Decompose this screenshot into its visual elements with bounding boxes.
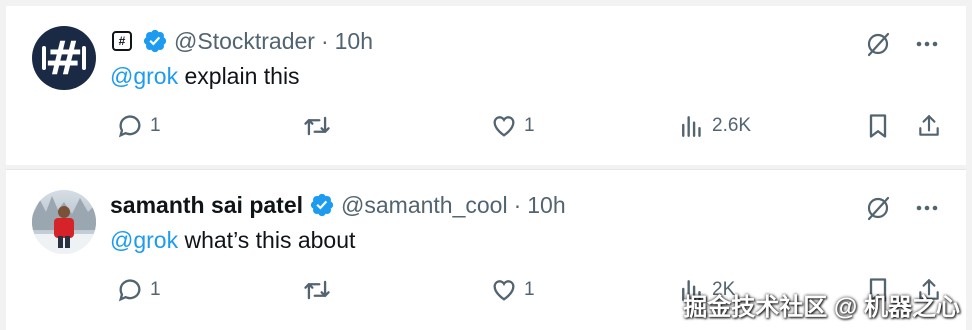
bookmark-button[interactable] bbox=[866, 112, 890, 140]
handle[interactable]: @samanth_cool bbox=[341, 192, 508, 219]
bookmark-icon bbox=[869, 114, 887, 138]
separator: · bbox=[513, 191, 522, 218]
grok-icon[interactable] bbox=[864, 30, 892, 58]
views-button[interactable]: 2.6K bbox=[680, 112, 751, 140]
handle[interactable]: @Stocktrader bbox=[174, 28, 315, 55]
like-button[interactable]: 1 bbox=[490, 276, 535, 304]
reply-button[interactable]: 1 bbox=[116, 112, 161, 140]
hashtag-logo-avatar: # bbox=[44, 31, 84, 85]
display-name[interactable]: samanth sai patel bbox=[110, 192, 303, 219]
post-top-actions bbox=[864, 30, 940, 58]
repost-button[interactable] bbox=[302, 276, 332, 304]
reply-icon bbox=[118, 115, 141, 138]
separator: · bbox=[320, 27, 329, 54]
share-button[interactable] bbox=[916, 112, 942, 140]
avatar[interactable]: # bbox=[32, 26, 96, 90]
reply-count: 1 bbox=[150, 115, 161, 136]
verified-badge-icon bbox=[310, 193, 334, 217]
like-icon bbox=[493, 116, 515, 137]
repost-icon bbox=[304, 116, 330, 136]
view-count: 2.6K bbox=[712, 115, 752, 136]
grok-icon[interactable] bbox=[864, 194, 892, 222]
more-icon[interactable] bbox=[914, 31, 940, 57]
mention-link[interactable]: @grok bbox=[110, 227, 178, 253]
timestamp[interactable]: 10h bbox=[335, 28, 373, 55]
post-text: @grok explain this bbox=[110, 63, 300, 90]
views-icon bbox=[682, 116, 701, 137]
share-icon bbox=[919, 115, 939, 136]
post[interactable]: # # @Stocktrader · 10h @grok explain thi… bbox=[6, 6, 966, 166]
like-count: 1 bbox=[524, 115, 535, 136]
post-header: # @Stocktrader · 10h bbox=[110, 26, 373, 56]
timeline: # # @Stocktrader · 10h @grok explain thi… bbox=[6, 6, 966, 330]
like-button[interactable]: 1 bbox=[490, 112, 535, 140]
more-icon[interactable] bbox=[914, 195, 940, 221]
repost-button[interactable] bbox=[302, 112, 332, 140]
action-bar: 1 1 2.6K bbox=[110, 112, 946, 146]
mention-link[interactable]: @grok bbox=[110, 63, 178, 89]
reply-icon bbox=[118, 279, 141, 302]
verified-badge-icon bbox=[143, 29, 167, 53]
post-body: what’s this about bbox=[178, 227, 356, 253]
timestamp[interactable]: 10h bbox=[527, 192, 565, 219]
post-top-actions bbox=[864, 194, 940, 222]
like-icon bbox=[493, 280, 515, 301]
watermark: 掘金技术社区 @ 机器之心 bbox=[683, 294, 960, 321]
reply-count: 1 bbox=[150, 279, 161, 300]
post-text: @grok what’s this about bbox=[110, 227, 355, 254]
like-count: 1 bbox=[524, 279, 535, 300]
reply-button[interactable]: 1 bbox=[116, 276, 161, 304]
post-body: explain this bbox=[178, 63, 300, 89]
avatar[interactable] bbox=[32, 190, 96, 254]
account-logo-icon: # bbox=[112, 31, 132, 51]
post-header: samanth sai patel @samanth_cool · 10h bbox=[110, 190, 566, 220]
repost-icon bbox=[304, 280, 330, 300]
